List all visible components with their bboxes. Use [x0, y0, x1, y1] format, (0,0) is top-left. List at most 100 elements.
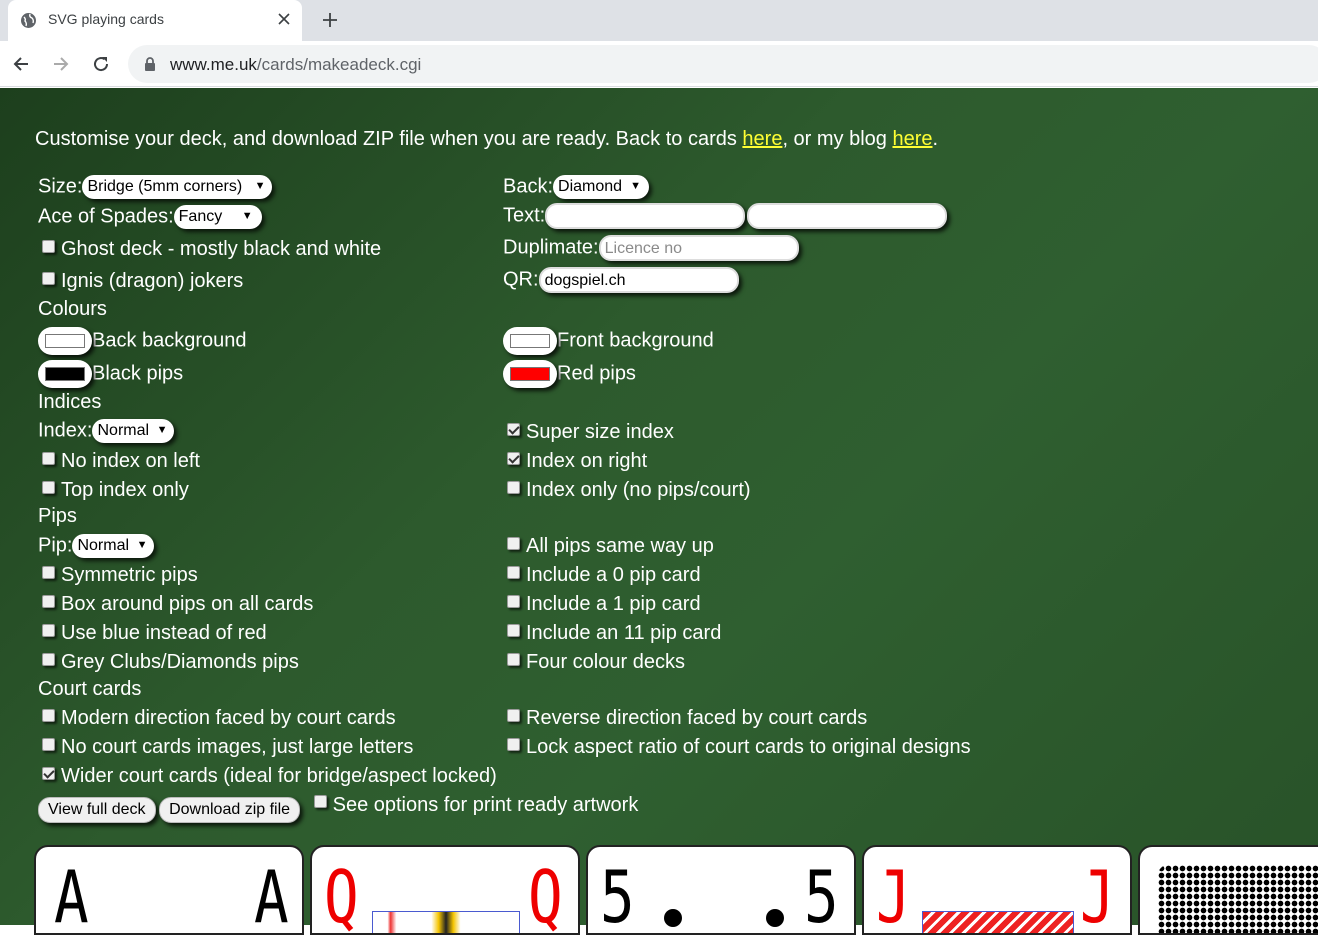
- same-way-checkbox[interactable]: [507, 537, 520, 550]
- no-index-left-checkbox[interactable]: [42, 452, 55, 465]
- one-pip-label: Include a 1 pip card: [526, 593, 701, 615]
- qr-input[interactable]: dogspiel.ch: [538, 267, 739, 293]
- lock-icon[interactable]: [144, 57, 156, 71]
- download-zip-button[interactable]: Download zip file: [159, 797, 301, 823]
- text-input-2[interactable]: [747, 203, 948, 229]
- black-pips-color-picker[interactable]: [38, 360, 92, 388]
- back-bg-color-picker[interactable]: [38, 327, 92, 355]
- card-preview-back[interactable]: [1138, 845, 1318, 935]
- grey-clubs-label: Grey Clubs/Diamonds pips: [61, 651, 299, 673]
- size-select-value: Bridge (5mm corners): [87, 178, 243, 195]
- close-icon[interactable]: [274, 9, 294, 29]
- one-pip-row: Include a 1 pip card: [507, 593, 701, 616]
- front-bg-label: Front background: [557, 329, 714, 352]
- one-pip-checkbox[interactable]: [507, 595, 520, 608]
- reverse-checkbox[interactable]: [507, 709, 520, 722]
- symmetric-row: Symmetric pips: [42, 564, 198, 587]
- zero-pip-checkbox[interactable]: [507, 566, 520, 579]
- duplimate-input[interactable]: Licence no: [598, 235, 799, 261]
- red-pips-color-picker[interactable]: [503, 360, 557, 388]
- black-pips-row: Black pips: [38, 360, 183, 388]
- text-input-1[interactable]: [545, 203, 746, 229]
- red-pips-label: Red pips: [557, 362, 636, 385]
- colours-heading: Colours: [38, 298, 107, 320]
- card-index-left: J: [876, 855, 911, 935]
- print-ready-checkbox[interactable]: [313, 795, 327, 808]
- ace-select[interactable]: Fancy ▼: [173, 205, 262, 229]
- back-arrow-icon[interactable]: [8, 51, 34, 77]
- ghost-checkbox[interactable]: [42, 240, 55, 253]
- address-bar[interactable]: www.me.uk/cards/makeadeck.cgi: [128, 45, 1318, 83]
- index-label: Index:: [38, 419, 93, 442]
- no-images-checkbox[interactable]: [42, 738, 55, 751]
- browser-toolbar: www.me.uk/cards/makeadeck.cgi: [0, 41, 1318, 87]
- page-content: Customise your deck, and download ZIP fi…: [0, 88, 1318, 935]
- pip-select[interactable]: Normal ▼: [72, 534, 155, 558]
- indices-heading: Indices: [38, 391, 102, 413]
- blog-link[interactable]: here: [892, 128, 932, 150]
- grey-clubs-checkbox[interactable]: [42, 653, 55, 666]
- size-row: Size: Bridge (5mm corners) ▼: [38, 175, 273, 199]
- ace-select-value: Fancy: [178, 208, 223, 225]
- front-bg-color-picker[interactable]: [503, 327, 557, 355]
- front-bg-row: Front background: [503, 327, 714, 355]
- chevron-down-icon: ▼: [254, 180, 266, 192]
- chevron-down-icon: ▼: [156, 424, 168, 436]
- pip-label: Pip:: [38, 534, 73, 557]
- court-image: [922, 911, 1074, 933]
- index-right-row: Index on right: [507, 450, 647, 473]
- modern-checkbox[interactable]: [42, 709, 55, 722]
- no-images-label: No court cards images, just large letter…: [61, 736, 414, 758]
- qr-label: QR:: [503, 268, 539, 291]
- tab-strip: SVG playing cards: [0, 0, 1318, 41]
- card-preview-ace[interactable]: A A: [34, 845, 304, 935]
- reload-icon[interactable]: [88, 51, 114, 77]
- grey-clubs-row: Grey Clubs/Diamonds pips: [42, 651, 299, 674]
- card-index-right: A: [254, 855, 289, 935]
- text-row: Text:: [503, 203, 948, 229]
- top-index-only-checkbox[interactable]: [42, 481, 55, 494]
- index-only-label: Index only (no pips/court): [526, 479, 751, 501]
- super-size-checkbox[interactable]: [507, 423, 520, 436]
- card-preview-jack[interactable]: J J: [862, 845, 1132, 935]
- browser-tab[interactable]: SVG playing cards: [8, 0, 302, 41]
- ace-row: Ace of Spades: Fancy ▼: [38, 205, 262, 229]
- court-heading: Court cards: [38, 678, 142, 700]
- zero-pip-label: Include a 0 pip card: [526, 564, 701, 586]
- index-select-value: Normal: [97, 422, 150, 439]
- symmetric-checkbox[interactable]: [42, 566, 55, 579]
- size-select[interactable]: Bridge (5mm corners) ▼: [82, 175, 273, 199]
- zero-pip-row: Include a 0 pip card: [507, 564, 701, 587]
- blue-red-row: Use blue instead of red: [42, 622, 267, 645]
- pip-dot: [766, 909, 784, 927]
- url-path: /cards/makeadeck.cgi: [256, 55, 422, 74]
- forward-arrow-icon[interactable]: [48, 51, 74, 77]
- back-select[interactable]: Diamond ▼: [553, 175, 650, 199]
- view-full-deck-button[interactable]: View full deck: [38, 797, 156, 823]
- court-image: [372, 911, 520, 933]
- eleven-pip-checkbox[interactable]: [507, 624, 520, 637]
- index-right-checkbox[interactable]: [507, 452, 520, 465]
- card-index-right: Q: [528, 855, 563, 935]
- modern-row: Modern direction faced by court cards: [42, 707, 396, 730]
- four-colour-checkbox[interactable]: [507, 653, 520, 666]
- index-select[interactable]: Normal ▼: [92, 419, 175, 443]
- card-preview-five[interactable]: 5 5: [586, 845, 856, 935]
- size-label: Size:: [38, 175, 83, 198]
- wider-checkbox[interactable]: [42, 767, 55, 780]
- ignis-checkbox[interactable]: [42, 272, 55, 285]
- index-row: Index: Normal ▼: [38, 419, 175, 443]
- blue-red-checkbox[interactable]: [42, 624, 55, 637]
- new-tab-icon[interactable]: [318, 8, 342, 32]
- index-only-checkbox[interactable]: [507, 481, 520, 494]
- card-index-left: Q: [324, 855, 359, 935]
- text-label: Text:: [503, 204, 546, 227]
- same-way-label: All pips same way up: [526, 535, 714, 557]
- reverse-label: Reverse direction faced by court cards: [526, 707, 868, 729]
- lock-aspect-checkbox[interactable]: [507, 738, 520, 751]
- globe-icon: [20, 12, 37, 29]
- print-ready-label: See options for print ready artwork: [332, 794, 639, 816]
- box-around-checkbox[interactable]: [42, 595, 55, 608]
- cards-link[interactable]: here: [742, 128, 782, 150]
- card-preview-queen[interactable]: Q Q: [310, 845, 580, 935]
